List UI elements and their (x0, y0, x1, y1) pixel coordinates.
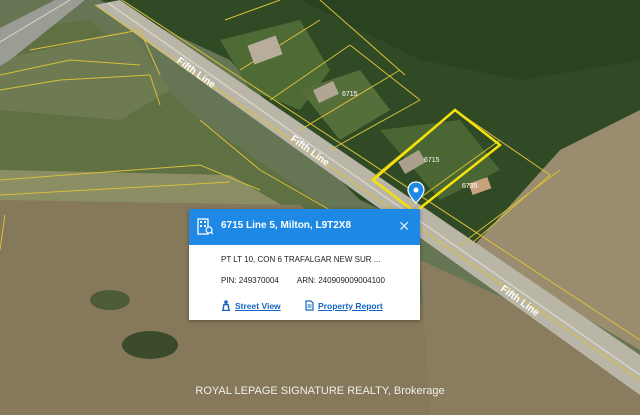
arn-label: ARN: (296, 276, 316, 285)
document-icon (305, 300, 314, 311)
person-icon (222, 300, 230, 311)
lot-number: 6735 (462, 183, 478, 190)
brokerage-watermark: ROYAL LEPAGE SIGNATURE REALTY, Brokerage (195, 385, 445, 397)
street-view-link[interactable]: Street View (221, 300, 281, 311)
lot-number: 6715 (424, 157, 440, 164)
popup-header: 6715 Line 5, Milton, L9T2X8 ✕ (189, 209, 420, 245)
legal-description: PT LT 10, CON 6 TRAFALGAR NEW SUR ... (221, 255, 381, 264)
property-ids: PIN: 249370004 ARN: 240909009004100 (221, 276, 385, 285)
building-icon (197, 218, 213, 235)
pin-value: 249370004 (238, 276, 279, 285)
arn-value: 240909009004100 (318, 276, 385, 285)
lot-number: 6715 (342, 91, 358, 98)
property-report-link[interactable]: Property Report (305, 300, 383, 311)
popup-links: Street View Property Report (221, 300, 383, 313)
property-address: 6715 Line 5, Milton, L9T2X8 (221, 220, 352, 231)
satellite-imagery: 6715 6715 6735 Fifth Line Fifth Line Fif… (0, 0, 640, 415)
map-view[interactable]: 6715 6715 6735 Fifth Line Fifth Line Fif… (0, 0, 640, 415)
property-popup: 6715 Line 5, Milton, L9T2X8 ✕ PT LT 10, … (189, 209, 420, 320)
close-icon[interactable]: ✕ (398, 218, 410, 235)
pin-label: PIN: (221, 276, 237, 285)
